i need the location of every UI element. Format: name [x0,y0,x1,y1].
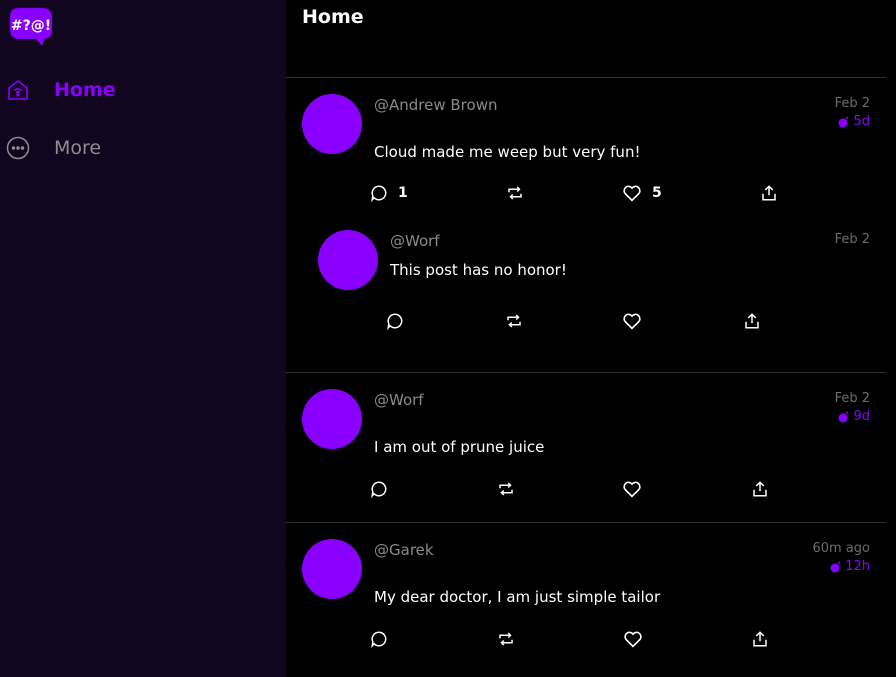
post-handle[interactable]: @Andrew Brown [374,96,497,114]
post-date: Feb 2 [834,391,870,406]
bomb-icon [838,410,849,422]
share-icon [762,185,776,201]
like-count: 5 [652,185,662,201]
share-button[interactable] [760,184,778,202]
logo-text: #?@! [11,18,51,34]
repost-button[interactable] [497,480,515,498]
share-button[interactable] [743,312,761,330]
ttl-value: 12h [845,559,870,574]
share-icon [753,631,767,647]
post-item[interactable]: @Worf Feb 2 9d I am out of prune juice [286,372,886,522]
reply-button[interactable] [370,480,388,498]
post-date: Feb 2 [834,96,870,111]
avatar[interactable] [318,230,378,290]
post-ttl: 12h [830,559,870,574]
repost-icon [508,186,522,200]
heart-icon [623,185,641,202]
sidebar-item-home[interactable]: Home [6,75,116,105]
avatar[interactable] [302,539,362,599]
repost-icon [499,482,513,496]
post-date: 60m ago [812,541,870,556]
like-button[interactable]: 5 [622,184,662,202]
main-feed: Home @Andrew Brown Feb 2 5d Cloud made m… [286,0,886,677]
app-logo[interactable]: #?@! [6,6,54,46]
heart-icon [623,481,641,498]
post-content: Cloud made me weep but very fun! [374,143,641,161]
avatar[interactable] [302,94,362,154]
like-button[interactable] [623,630,643,648]
post-item[interactable]: @Garek 60m ago 12h My dear doctor, I am … [286,522,886,677]
share-button[interactable] [751,480,769,498]
post-handle[interactable]: @Worf [390,232,440,250]
post-handle[interactable]: @Worf [374,391,424,409]
post-ttl: 9d [838,409,870,424]
reply-icon [371,631,387,648]
more-icon [6,136,30,160]
sidebar-item-label: Home [54,79,116,101]
repost-button[interactable] [497,630,515,648]
repost-icon [499,632,513,646]
reply-button[interactable] [370,630,388,648]
post-actions: 1 5 [370,184,790,206]
share-button[interactable] [751,630,769,648]
post-item[interactable]: @Andrew Brown Feb 2 5d Cloud made me wee… [286,78,886,372]
page-title: Home [302,6,364,28]
home-icon [6,78,30,102]
share-icon [753,481,767,497]
sidebar-item-label: More [54,137,102,159]
post-content: I am out of prune juice [374,438,545,456]
post-actions [370,480,790,502]
reply-item[interactable]: @Worf Feb 2 This post has no honor! [302,230,886,360]
feed-header: Home [286,0,886,78]
heart-icon [623,313,641,330]
bomb-icon [830,560,841,572]
sidebar: #?@! Home More [0,0,286,677]
post-ttl: 5d [838,114,870,129]
reply-icon [387,313,403,330]
reply-icon [371,481,387,498]
reply-count: 1 [398,185,408,201]
bomb-icon [838,115,849,127]
post-content: My dear doctor, I am just simple tailor [374,588,661,606]
reply-icon [371,185,387,202]
reply-button[interactable] [386,312,404,330]
ttl-value: 9d [853,409,870,424]
sidebar-item-more[interactable]: More [6,133,101,163]
like-button[interactable] [622,480,642,498]
post-actions [370,630,790,652]
repost-button[interactable] [506,184,524,202]
post-content: This post has no honor! [390,261,567,279]
post-actions [386,312,806,334]
ttl-value: 5d [853,114,870,129]
avatar[interactable] [302,389,362,449]
post-handle[interactable]: @Garek [374,541,434,559]
repost-button[interactable] [505,312,523,330]
like-button[interactable] [622,312,642,330]
reply-button[interactable]: 1 [370,184,408,202]
repost-icon [507,314,521,328]
post-date: Feb 2 [834,232,870,247]
share-icon [745,313,759,329]
heart-icon [624,631,642,648]
